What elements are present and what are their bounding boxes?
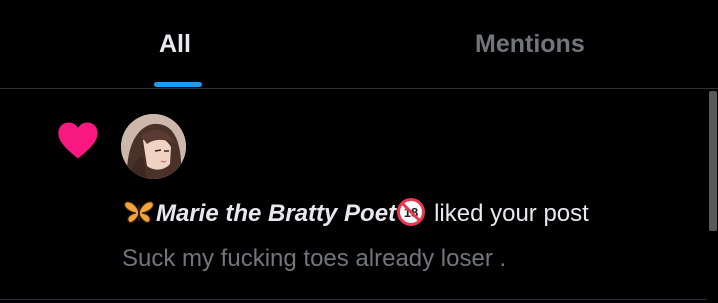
notification-action-text: liked your post xyxy=(434,200,589,227)
tab-mentions[interactable]: Mentions xyxy=(359,0,718,88)
scrollbar-thumb[interactable] xyxy=(709,91,717,231)
user-name[interactable]: Marie the Bratty Poet xyxy=(156,200,396,227)
user-avatar[interactable] xyxy=(121,114,186,179)
heart-icon xyxy=(58,122,98,159)
no-under-18-emoji: 18 xyxy=(397,198,426,226)
avatar-image xyxy=(121,114,186,179)
notification-headline: Marie the Bratty Poet 18 liked your post xyxy=(122,197,589,229)
tab-all[interactable]: All xyxy=(0,0,359,88)
tab-all-label: All xyxy=(159,30,191,58)
notifications-tabs: All Mentions xyxy=(0,0,718,89)
butterfly-emoji xyxy=(124,201,154,224)
tab-mentions-label: Mentions xyxy=(475,30,585,58)
notification-item-like[interactable]: Marie the Bratty Poet 18 liked your post… xyxy=(0,90,706,300)
active-tab-indicator xyxy=(154,82,202,87)
liked-post-preview: Suck my fucking toes already loser . xyxy=(122,245,507,272)
